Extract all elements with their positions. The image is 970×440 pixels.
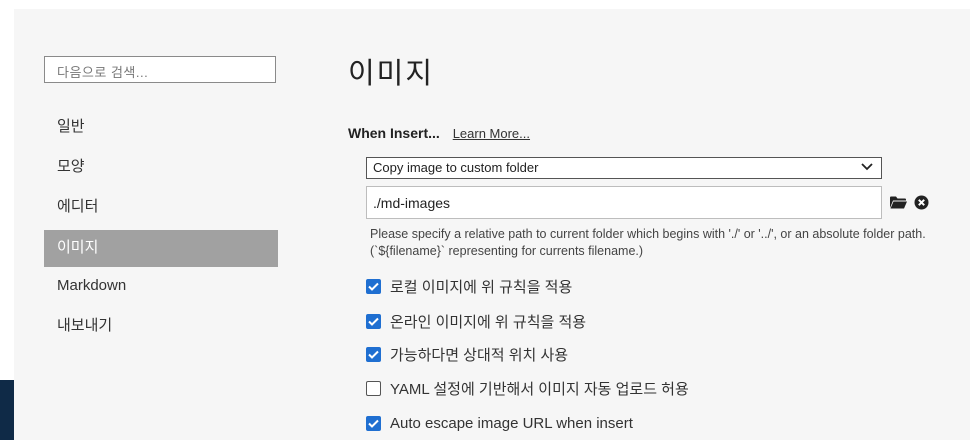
window-edge — [0, 380, 14, 440]
sidebar-item-general[interactable]: 일반 — [44, 110, 278, 148]
option-apply-local[interactable]: 로컬 이미지에 위 규칙을 적용 — [366, 276, 572, 296]
option-apply-online[interactable]: 온라인 이미지에 위 규칙을 적용 — [366, 311, 586, 331]
option-label: Auto escape image URL when insert — [390, 414, 633, 432]
when-insert-header: When Insert... Learn More... — [348, 125, 530, 141]
sidebar-item-image[interactable]: 이미지 — [44, 230, 278, 267]
sidebar-item-markdown[interactable]: Markdown — [44, 269, 278, 307]
option-label: YAML 설정에 기반해서 이미지 자동 업로드 허용 — [390, 380, 689, 398]
option-label: 로컬 이미지에 위 규칙을 적용 — [390, 278, 573, 296]
checkbox-checked[interactable] — [366, 415, 381, 431]
sidebar-item-export[interactable]: 내보내기 — [44, 309, 278, 347]
insert-action-value: Copy image to custom folder — [373, 160, 539, 175]
option-yaml-upload[interactable]: YAML 설정에 기반해서 이미지 자동 업로드 허용 — [366, 378, 689, 398]
insert-action-select[interactable]: Copy image to custom folder — [366, 157, 882, 179]
option-relative-path[interactable]: 가능하다면 상대적 위치 사용 — [366, 344, 568, 364]
page-title: 이미지 — [348, 58, 435, 90]
option-label: 온라인 이미지에 위 규칙을 적용 — [390, 313, 587, 331]
option-auto-escape-url[interactable]: Auto escape image URL when insert — [366, 413, 633, 433]
checkbox-checked[interactable] — [366, 313, 381, 329]
sidebar: 일반 모양 에디터 이미지 Markdown 내보내기 — [44, 110, 278, 349]
folder-icon[interactable] — [890, 196, 907, 209]
path-hint-text: Please specify a relative path to curren… — [370, 227, 926, 258]
option-label: 가능하다면 상대적 위치 사용 — [390, 346, 569, 364]
learn-more-link[interactable]: Learn More... — [453, 126, 530, 141]
when-insert-label: When Insert... — [348, 125, 440, 141]
checkbox-unchecked[interactable] — [366, 380, 381, 396]
chevron-down-icon — [861, 160, 873, 175]
clear-circle-icon[interactable] — [914, 195, 929, 210]
sidebar-item-editor[interactable]: 에디터 — [44, 190, 278, 228]
search-input[interactable]: 다음으로 검색... — [44, 56, 276, 83]
image-folder-path-input[interactable]: ./md-images — [366, 186, 882, 219]
sidebar-item-appearance[interactable]: 모양 — [44, 150, 278, 188]
checkbox-checked[interactable] — [366, 278, 381, 294]
checkbox-checked[interactable] — [366, 346, 381, 362]
